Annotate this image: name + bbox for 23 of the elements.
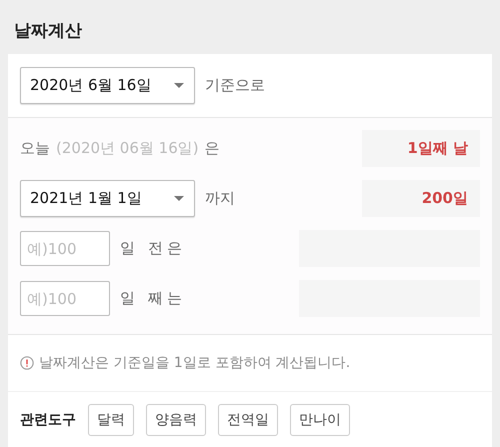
tool-button[interactable]: 양음력	[146, 404, 206, 436]
tool-button[interactable]: 전역일	[218, 404, 278, 436]
tool-button[interactable]: 달력	[88, 404, 134, 436]
caret-icon	[174, 83, 184, 88]
label: 은	[204, 139, 220, 158]
notice-text: 날짜계산은 기준일을 1일로 포함하여 계산됩니다.	[39, 354, 350, 372]
number-field[interactable]: 예)100	[20, 231, 110, 266]
date-select[interactable]: 2020년 6월 16일	[20, 67, 195, 104]
caret-icon	[174, 196, 184, 201]
date-select[interactable]: 2021년 1월 1일	[20, 180, 195, 217]
today-date: (2020년 06월 16일)	[56, 139, 199, 158]
tools-label: 관련도구	[20, 411, 76, 429]
result-field: 1일째 날	[362, 130, 480, 167]
today-label: 오늘	[20, 139, 50, 158]
result-field: 200일	[362, 180, 480, 217]
page-title: 날짜계산	[13, 20, 83, 43]
label: 일 전은	[120, 239, 186, 258]
label: 기준으로	[205, 76, 265, 95]
tool-button[interactable]: 만나이	[290, 404, 350, 436]
label: 까지	[205, 189, 235, 208]
number-field[interactable]: 예)100	[20, 281, 110, 316]
label: 일 째는	[120, 289, 186, 308]
alert-icon	[20, 356, 34, 370]
